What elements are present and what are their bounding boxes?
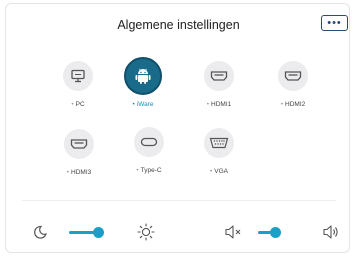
speaker-icon [323, 225, 338, 239]
hdmi-icon [204, 61, 234, 91]
hdmi-icon [64, 129, 94, 159]
source-hdmi3[interactable]: • HDMI3 [49, 129, 109, 189]
android-icon [124, 57, 162, 95]
mute-icon [225, 225, 241, 239]
hdmi-icon [278, 61, 308, 91]
source-label: • HDMI1 [206, 101, 232, 108]
source-label: • HDMI2 [280, 101, 306, 108]
source-label: • PC [71, 101, 85, 108]
settings-panel: Algemene instellingen ••• • PC • iWare • HD… [5, 3, 350, 253]
divider [22, 200, 336, 201]
source-label: • Type-C [136, 167, 162, 174]
source-vga[interactable]: • VGA [189, 128, 249, 188]
moon-icon [34, 225, 47, 239]
brightness-slider-knob[interactable] [93, 227, 104, 238]
vga-icon [204, 128, 234, 158]
more-options-button[interactable]: ••• [321, 15, 348, 31]
volume-slider-knob[interactable] [270, 227, 281, 238]
sun-icon [137, 223, 155, 241]
source-iware[interactable]: • iWare [113, 57, 173, 121]
source-label: • HDMI3 [66, 169, 92, 176]
usb-c-icon [134, 127, 164, 157]
page-title: Algemene instellingen [117, 18, 240, 32]
monitor-icon [63, 61, 93, 91]
source-label: • iWare [132, 101, 154, 108]
source-hdmi1[interactable]: • HDMI1 [189, 61, 249, 121]
source-type-c[interactable]: • Type-C [119, 127, 179, 187]
source-label: • VGA [209, 168, 228, 175]
source-pc[interactable]: • PC [48, 61, 108, 121]
source-hdmi2[interactable]: • HDMI2 [263, 61, 323, 121]
